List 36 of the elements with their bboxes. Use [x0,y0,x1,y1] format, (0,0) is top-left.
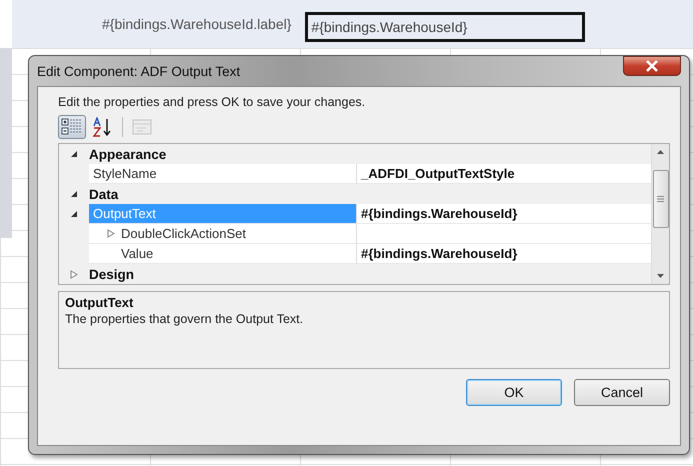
property-name-cell[interactable]: Value [89,244,357,264]
expanded-triangle-icon[interactable] [70,190,78,198]
collapsed-triangle-icon[interactable] [107,229,115,238]
categorized-list-icon [61,117,83,137]
property-pages-icon [131,117,153,137]
label-binding-text: #{bindings.WarehouseId.label} [102,16,292,32]
instructions-text: Edit the properties and press OK to save your changes. [58,95,366,109]
property-value-cell[interactable] [357,224,651,244]
close-button[interactable] [623,56,681,76]
property-value-cell[interactable]: #{bindings.WarehouseId} [357,204,651,224]
window-title: Edit Component: ADF Output Text [37,64,240,78]
collapsed-triangle-icon[interactable] [70,270,78,278]
grip-icon [657,196,664,202]
ok-button[interactable]: OK [466,379,562,406]
expanded-triangle-icon[interactable] [70,210,78,218]
property-name-cell[interactable]: StyleName [89,164,357,184]
property-name-cell[interactable]: DoubleClickActionSet [89,224,357,244]
cancel-button[interactable]: Cancel [574,379,670,406]
description-title: OutputText [65,295,134,310]
description-text: The properties that govern the Output Text. [65,312,304,326]
category-label: Data [89,186,118,202]
property-value-cell[interactable]: #{bindings.WarehouseId} [357,244,651,264]
scrollbar-thumb[interactable] [652,170,668,228]
category-label: Design [89,266,134,282]
category-row[interactable]: Appearance [59,144,651,164]
expanded-triangle-icon[interactable] [70,150,78,158]
property-value-cell[interactable]: _ADFDI_OutputTextStyle [357,164,651,184]
category-row[interactable]: Design [59,264,651,284]
categorized-view-button[interactable] [58,115,86,139]
scroll-up-icon[interactable] [657,150,664,154]
close-icon [645,60,659,72]
value-binding-field[interactable]: #{bindings.WarehouseId} [305,12,586,42]
category-label: Appearance [89,146,166,162]
vertical-scrollbar[interactable] [651,144,669,284]
category-row[interactable]: Data [59,184,651,204]
scroll-down-icon[interactable] [657,274,664,278]
